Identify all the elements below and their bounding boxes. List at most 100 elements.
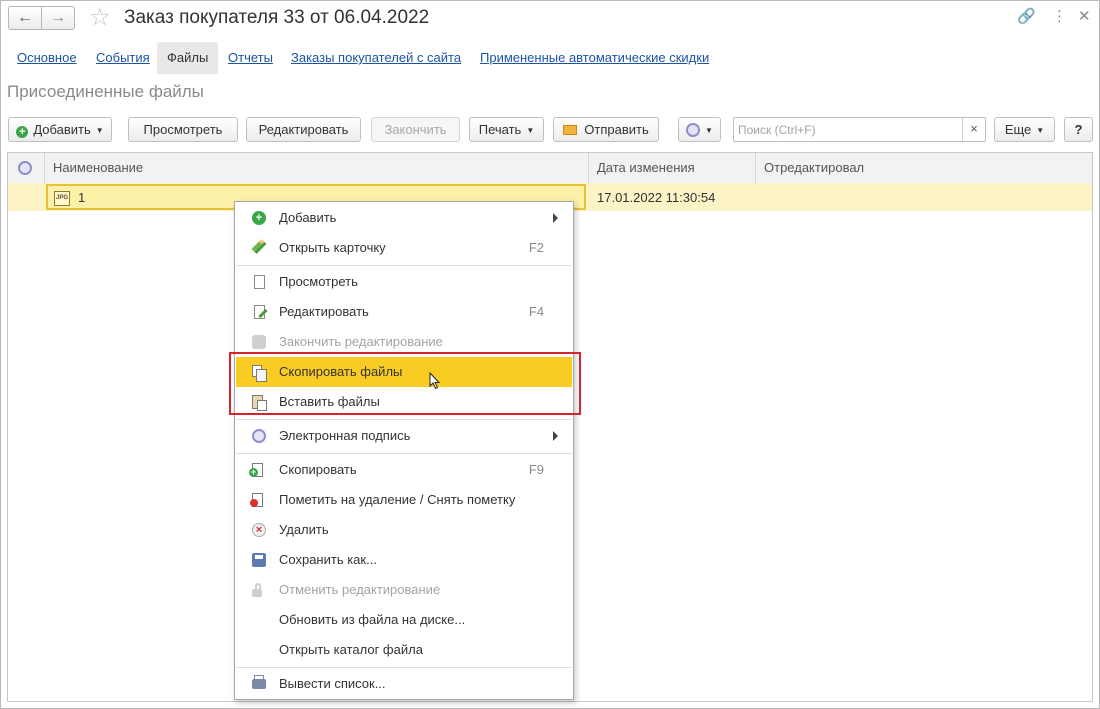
submenu-arrow-icon [553,431,558,441]
back-button[interactable]: ← [8,6,42,30]
shortcut-label: F9 [528,462,544,477]
menu-item-label: Открыть каталог файла [279,642,423,657]
menu-item-label: Просмотреть [279,274,358,289]
tab-files[interactable]: Файлы [157,42,219,74]
search-input[interactable] [738,121,960,138]
context-menu: + Добавить Открыть карточку F2 Просмотре… [234,201,574,700]
menu-item-label: Добавить [279,210,337,225]
dropdown-arrow-icon: ▼ [526,126,535,135]
menu-item-label: Обновить из файла на диске... [279,612,466,627]
dropdown-arrow-icon: ▼ [705,126,713,135]
menu-item-label: Закончить редактирование [279,334,443,349]
shortcut-label: F2 [528,240,544,255]
menu-item-view[interactable]: Просмотреть [236,267,572,297]
print-button-label: Печать [478,122,522,137]
menu-separator [236,453,572,454]
menu-item-edit[interactable]: Редактировать F4 [236,297,572,327]
jpg-file-icon: JPG [54,191,70,206]
tab-events[interactable]: События [90,42,156,74]
more-options-icon[interactable]: ⋮ [1052,7,1067,27]
pencil-icon [251,239,267,254]
window-title: Заказ покупателя 33 от 06.04.2022 [124,7,430,28]
dropdown-arrow-icon: ▼ [1036,126,1045,135]
print-button[interactable]: Печать ▼ [469,117,544,142]
menu-item-cancel-edit[interactable]: Отменить редактирование [236,575,572,605]
unlock-icon [252,583,262,597]
annotation-highlight-box [229,352,581,415]
signature-icon [686,123,701,137]
signature-column-header[interactable] [8,153,45,183]
plus-icon: + [16,126,29,138]
menu-item-open-card[interactable]: Открыть карточку F2 [236,233,572,263]
tab-site-orders[interactable]: Заказы покупателей с сайта [285,42,467,74]
menu-item-open-folder[interactable]: Открыть каталог файла [236,635,572,665]
dropdown-arrow-icon: ▼ [95,126,104,135]
menu-item-label: Скопировать [279,462,357,477]
submenu-arrow-icon [553,213,558,223]
shortcut-label: F4 [528,304,544,319]
menu-item-label: Пометить на удаление / Снять пометку [279,492,516,507]
envelope-icon [563,125,578,135]
menu-item-output-list[interactable]: Вывести список... [236,669,572,699]
save-icon [252,553,266,567]
close-icon[interactable]: ✕ [1078,7,1091,27]
file-name: 1 [78,190,86,205]
document-icon [254,275,265,289]
add-button-label: Добавить [33,122,91,137]
table-header: Наименование Дата изменения Отредактиров… [8,153,1092,184]
menu-item-label: Открыть карточку [279,240,386,255]
arrow-left-icon: ← [17,9,33,26]
add-button[interactable]: + Добавить ▼ [8,117,112,142]
tab-reports[interactable]: Отчеты [222,42,279,74]
print-list-icon [252,675,266,689]
clear-search-icon[interactable]: × [962,118,985,141]
menu-item-label: Удалить [279,522,329,537]
menu-separator [236,419,572,420]
view-button[interactable]: Просмотреть [128,117,238,142]
menu-item-label: Электронная подпись [279,428,411,443]
menu-item-add[interactable]: + Добавить [236,203,572,233]
arrow-right-icon: → [50,9,66,26]
column-header-name[interactable]: Наименование [45,153,589,183]
tab-main[interactable]: Основное [11,42,83,74]
column-header-date[interactable]: Дата изменения [589,153,756,183]
finish-button[interactable]: Закончить [371,117,460,142]
finish-edit-icon [252,335,266,349]
favorite-star-icon[interactable]: ☆ [89,4,111,32]
column-header-editor[interactable]: Отредактировал [756,153,1092,183]
copy-icon [249,463,263,477]
menu-item-update-from-disk[interactable]: Обновить из файла на диске... [236,605,572,635]
menu-item-mark-delete[interactable]: Пометить на удаление / Снять пометку [236,485,572,515]
menu-item-save-as[interactable]: Сохранить как... [236,545,572,575]
link-icon[interactable]: 🔗 [1017,7,1036,27]
modified-date: 17.01.2022 11:30:54 [597,190,716,205]
menu-item-label: Отменить редактирование [279,582,441,597]
menu-item-copy[interactable]: Скопировать F9 [236,455,572,485]
signature-icon [252,429,266,443]
signature-menu-button[interactable]: ▼ [678,117,721,142]
menu-item-label: Вывести список... [279,676,386,691]
delete-icon: × [252,523,266,537]
section-title: Присоединенные файлы [7,82,204,101]
menu-item-label: Редактировать [279,304,369,319]
mark-delete-icon [250,493,263,507]
menu-item-signature[interactable]: Электронная подпись [236,421,572,451]
search-field[interactable]: × [733,117,986,142]
help-button[interactable]: ? [1064,117,1093,142]
menu-separator [236,265,572,266]
send-button-label: Отправить [584,122,649,137]
tab-auto-discounts[interactable]: Примененные автоматические скидки [474,42,715,74]
signature-icon [18,161,32,175]
document-edit-icon [254,305,265,319]
window-frame: ← → ☆ Заказ покупателя 33 от 06.04.2022 … [0,0,1100,709]
menu-separator [236,667,572,668]
forward-button[interactable]: → [41,6,75,30]
more-button[interactable]: Еще ▼ [994,117,1055,142]
edit-button[interactable]: Редактировать [246,117,361,142]
more-button-label: Еще [1004,122,1032,137]
plus-icon: + [252,211,266,225]
send-button[interactable]: Отправить [553,117,659,142]
menu-item-delete[interactable]: × Удалить [236,515,572,545]
menu-item-label: Сохранить как... [279,552,377,567]
mouse-cursor-icon [429,372,441,390]
